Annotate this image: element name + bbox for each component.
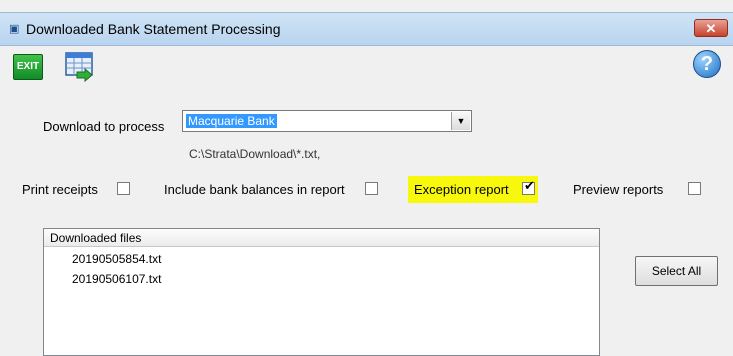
download-select[interactable]: Macquarie Bank ▼ xyxy=(182,110,472,132)
files-list-header[interactable]: Downloaded files xyxy=(44,229,599,247)
list-item[interactable]: 20190506107.txt xyxy=(72,272,161,286)
toolbar xyxy=(0,47,733,91)
exception-report-checkbox[interactable]: ✔ xyxy=(522,179,535,195)
preview-reports-checkbox[interactable] xyxy=(688,182,701,195)
select-all-button[interactable]: Select All xyxy=(635,256,718,286)
exit-icon: EXIT xyxy=(16,61,40,72)
help-icon: ? xyxy=(700,53,714,75)
include-bank-balances-label: Include bank balances in report xyxy=(164,182,345,197)
exit-button[interactable]: EXIT xyxy=(13,54,43,80)
download-label: Download to process xyxy=(43,119,165,134)
downloaded-files-list[interactable]: Downloaded files 20190505854.txt 2019050… xyxy=(43,228,600,356)
window: ▣ Downloaded Bank Statement Processing ✕… xyxy=(0,0,733,356)
print-receipts-checkbox[interactable] xyxy=(117,182,130,195)
include-bank-balances-checkbox[interactable] xyxy=(365,182,378,195)
title-bar: ▣ Downloaded Bank Statement Processing ✕ xyxy=(0,12,733,46)
grid-export-button[interactable] xyxy=(63,50,97,84)
download-path: C:\Strata\Download\*.txt, xyxy=(189,147,321,161)
download-selected-value: Macquarie Bank xyxy=(186,114,277,128)
grid-export-icon xyxy=(65,52,93,83)
chevron-down-icon[interactable]: ▼ xyxy=(451,112,470,130)
app-icon: ▣ xyxy=(9,22,20,35)
list-item[interactable]: 20190505854.txt xyxy=(72,252,161,266)
close-button[interactable]: ✕ xyxy=(694,19,728,37)
check-icon: ✔ xyxy=(524,179,535,194)
close-icon: ✕ xyxy=(705,21,717,36)
help-button[interactable]: ? xyxy=(693,50,721,78)
exception-report-label: Exception report xyxy=(414,182,509,197)
window-title: Downloaded Bank Statement Processing xyxy=(26,21,281,37)
preview-reports-label: Preview reports xyxy=(573,182,664,197)
print-receipts-label: Print receipts xyxy=(22,182,98,197)
